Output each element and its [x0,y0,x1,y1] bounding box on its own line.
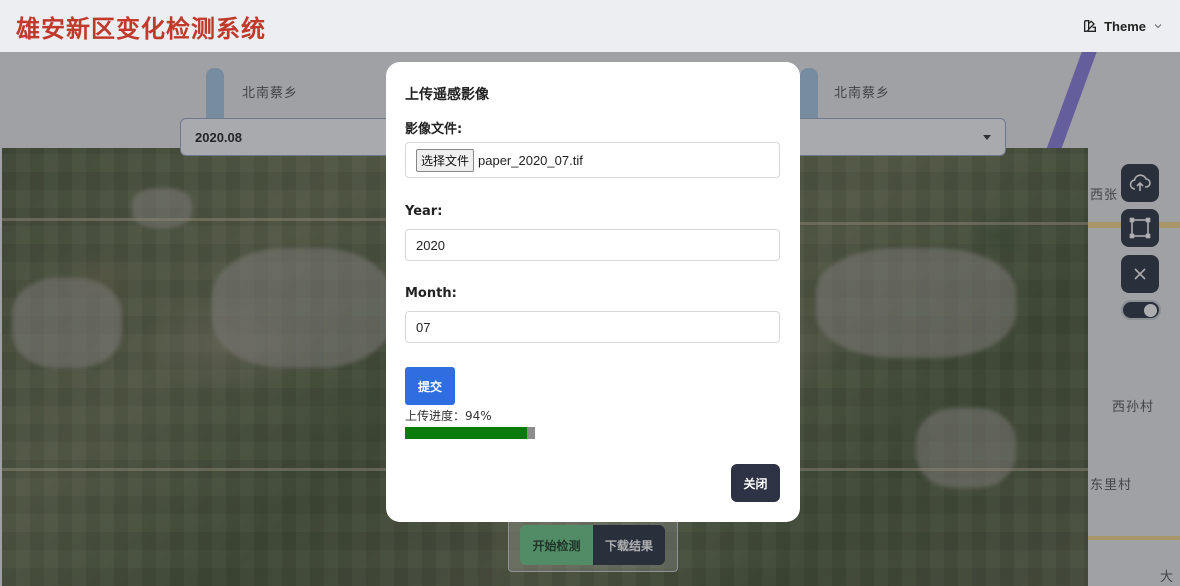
app-header: 雄安新区变化检测系统 Theme [0,0,1180,52]
month-input[interactable]: 07 [405,311,780,343]
upload-modal: 上传遥感影像 影像文件: 选择文件 paper_2020_07.tif Year… [386,62,800,522]
choose-file-button[interactable]: 选择文件 [416,148,475,172]
app-title: 雄安新区变化检测系统 [16,14,266,43]
month-label: Month: [405,286,457,301]
file-label: 影像文件: [405,122,463,137]
year-label: Year: [405,204,443,219]
upload-progress-bar [405,427,535,439]
theme-button[interactable]: Theme [1082,18,1164,34]
chevron-down-icon [1154,24,1162,29]
file-input[interactable]: 选择文件 paper_2020_07.tif [405,142,780,178]
upload-progress-fill [405,427,528,439]
upload-progress-text: 上传进度：94% [405,409,492,423]
year-input[interactable]: 2020 [405,229,780,261]
palette-icon [1084,20,1097,32]
file-name: paper_2020_07.tif [478,152,583,168]
modal-title: 上传遥感影像 [405,87,489,103]
submit-button[interactable]: 提交 [405,367,455,405]
theme-label: Theme [1104,18,1146,34]
close-modal-button[interactable]: 关闭 [731,464,780,502]
